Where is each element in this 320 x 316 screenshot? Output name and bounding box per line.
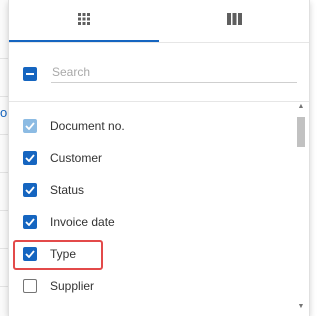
checkmark-icon — [25, 250, 35, 258]
column-label: Document no. — [50, 119, 125, 133]
column-label: Invoice date — [50, 215, 115, 229]
checkmark-icon — [25, 122, 35, 130]
background-link-fragment: o — [0, 105, 8, 120]
column-label: Type — [50, 247, 77, 261]
tab-column-list[interactable] — [9, 0, 159, 42]
column-item-supplier[interactable]: Supplier — [9, 270, 293, 302]
column-chooser-popup: Document no. Customer Status Invoice dat… — [8, 0, 310, 316]
grid-icon — [78, 12, 90, 30]
background-row-divider — [0, 134, 8, 135]
scroll-up-arrow-icon[interactable]: ▲ — [295, 102, 307, 112]
column-item-customer[interactable]: Customer — [9, 142, 293, 174]
column-label: Status — [50, 183, 85, 197]
scroll-down-arrow-icon[interactable]: ▼ — [295, 302, 307, 312]
select-all-checkbox[interactable] — [23, 67, 37, 81]
search-row — [9, 43, 309, 102]
background-row-divider — [0, 286, 8, 287]
search-input[interactable] — [51, 61, 297, 83]
column-label: Customer — [50, 151, 103, 165]
background-row-divider — [0, 172, 8, 173]
list-scrollbar[interactable]: ▲ ▼ — [295, 102, 307, 314]
checkbox-checked[interactable] — [23, 247, 37, 261]
background-grid-edge: o — [0, 0, 8, 316]
checkbox-checked[interactable] — [23, 151, 37, 165]
background-row-divider — [0, 210, 8, 211]
column-item-status[interactable]: Status — [9, 174, 293, 206]
checkbox-unchecked[interactable] — [23, 279, 37, 293]
column-list: Document no. Customer Status Invoice dat… — [9, 102, 293, 316]
columns-icon — [226, 12, 242, 30]
background-row-divider — [0, 58, 8, 59]
background-row-divider — [0, 96, 8, 97]
checkmark-icon — [25, 218, 35, 226]
active-tab-indicator — [9, 40, 159, 42]
column-item-document-no[interactable]: Document no. — [9, 110, 293, 142]
indeterminate-dash-icon — [26, 73, 34, 75]
checkbox-checked-disabled — [23, 119, 37, 133]
checkbox-checked[interactable] — [23, 215, 37, 229]
column-label: Supplier — [50, 279, 95, 293]
popup-tabs — [9, 0, 309, 43]
tab-columns-view[interactable] — [159, 0, 309, 42]
column-item-invoice-date[interactable]: Invoice date — [9, 206, 293, 238]
checkmark-icon — [25, 154, 35, 162]
background-row-divider — [0, 248, 8, 249]
checkbox-checked[interactable] — [23, 183, 37, 197]
screen: o Search Document no. Customer Status In… — [0, 0, 310, 316]
scrollbar-thumb[interactable] — [297, 117, 305, 147]
checkmark-icon — [25, 186, 35, 194]
column-item-type[interactable]: Type — [9, 238, 293, 270]
